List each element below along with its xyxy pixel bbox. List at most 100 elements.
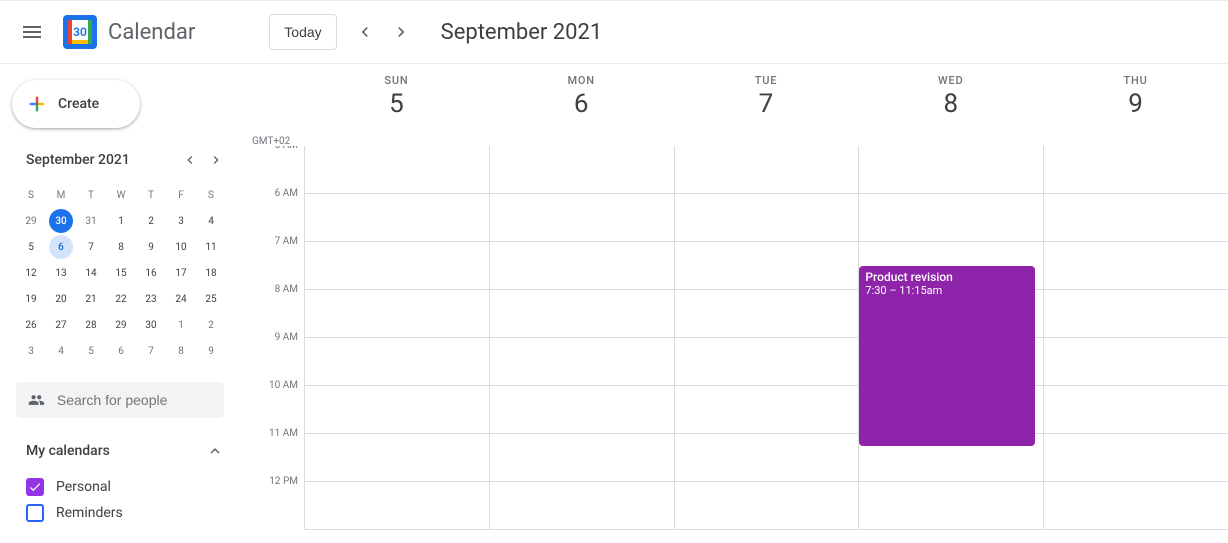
mini-day-cell[interactable]: 13 (46, 260, 76, 286)
hour-cell[interactable] (1044, 434, 1228, 482)
hour-cell[interactable] (305, 194, 489, 242)
hour-cell[interactable] (490, 338, 674, 386)
hour-cell[interactable] (1044, 194, 1228, 242)
mini-day-cell[interactable]: 26 (16, 312, 46, 338)
mini-day-cell[interactable]: 3 (166, 208, 196, 234)
mini-day-cell[interactable]: 11 (196, 234, 226, 260)
mini-day-cell[interactable]: 27 (46, 312, 76, 338)
hour-cell[interactable] (305, 338, 489, 386)
mini-day-cell[interactable]: 6 (46, 234, 76, 260)
mini-day-cell[interactable]: 31 (76, 208, 106, 234)
day-column[interactable]: Product revision7:30 – 11:15am (858, 146, 1043, 530)
search-people-input[interactable] (57, 392, 212, 408)
mini-day-cell[interactable]: 8 (106, 234, 136, 260)
hour-cell[interactable] (675, 242, 859, 290)
mini-day-cell[interactable]: 1 (166, 312, 196, 338)
mini-day-cell[interactable]: 8 (166, 338, 196, 364)
hour-cell[interactable] (675, 434, 859, 482)
hour-cell[interactable] (1044, 290, 1228, 338)
search-people-field[interactable] (16, 382, 224, 418)
calendar-checkbox[interactable] (26, 504, 44, 522)
mini-day-cell[interactable]: 2 (196, 312, 226, 338)
mini-day-cell[interactable]: 19 (16, 286, 46, 312)
mini-day-cell[interactable]: 16 (136, 260, 166, 286)
mini-day-cell[interactable]: 29 (106, 312, 136, 338)
hour-cell[interactable] (490, 482, 674, 530)
calendar-event[interactable]: Product revision7:30 – 11:15am (859, 266, 1035, 446)
day-header[interactable]: TUE7 (674, 64, 859, 146)
mini-day-cell[interactable]: 29 (16, 208, 46, 234)
prev-period-button[interactable] (349, 16, 381, 48)
hour-cell[interactable] (305, 482, 489, 530)
next-period-button[interactable] (385, 16, 417, 48)
hour-cell[interactable] (1044, 242, 1228, 290)
hour-cell[interactable] (305, 242, 489, 290)
mini-day-cell[interactable]: 25 (196, 286, 226, 312)
mini-day-cell[interactable]: 14 (76, 260, 106, 286)
mini-day-cell[interactable]: 7 (136, 338, 166, 364)
mini-day-cell[interactable]: 21 (76, 286, 106, 312)
mini-day-cell[interactable]: 1 (106, 208, 136, 234)
mini-day-cell[interactable]: 7 (76, 234, 106, 260)
hour-cell[interactable] (490, 242, 674, 290)
hour-cell[interactable] (1044, 482, 1228, 530)
mini-day-cell[interactable]: 5 (76, 338, 106, 364)
hour-cell[interactable] (305, 386, 489, 434)
hour-cell[interactable] (675, 338, 859, 386)
day-column[interactable] (489, 146, 674, 530)
hour-cell[interactable] (490, 146, 674, 194)
hour-cell[interactable] (675, 146, 859, 194)
hour-cell[interactable] (1044, 338, 1228, 386)
mini-day-cell[interactable]: 24 (166, 286, 196, 312)
my-calendars-toggle[interactable]: My calendars (12, 436, 228, 468)
grid-body[interactable]: 5 AM6 AM7 AM8 AM9 AM10 AM11 AM12 PM Prod… (248, 146, 1228, 543)
hour-cell[interactable] (675, 194, 859, 242)
mini-day-cell[interactable]: 2 (136, 208, 166, 234)
hour-cell[interactable] (1044, 146, 1228, 194)
hour-cell[interactable] (490, 434, 674, 482)
mini-day-cell[interactable]: 30 (136, 312, 166, 338)
hour-cell[interactable] (859, 194, 1043, 242)
mini-day-cell[interactable]: 9 (196, 338, 226, 364)
mini-day-cell[interactable]: 22 (106, 286, 136, 312)
calendar-checkbox[interactable] (26, 478, 44, 496)
hour-cell[interactable] (675, 290, 859, 338)
mini-day-cell[interactable]: 3 (16, 338, 46, 364)
mini-day-cell[interactable]: 15 (106, 260, 136, 286)
mini-day-cell[interactable]: 10 (166, 234, 196, 260)
mini-next-month-button[interactable] (204, 148, 228, 172)
mini-day-cell[interactable]: 6 (106, 338, 136, 364)
hour-cell[interactable] (490, 290, 674, 338)
hour-cell[interactable] (305, 146, 489, 194)
mini-day-cell[interactable]: 18 (196, 260, 226, 286)
mini-day-cell[interactable]: 17 (166, 260, 196, 286)
hour-cell[interactable] (490, 386, 674, 434)
mini-day-cell[interactable]: 20 (46, 286, 76, 312)
day-column[interactable] (674, 146, 859, 530)
day-header[interactable]: MON6 (489, 64, 674, 146)
hour-cell[interactable] (859, 146, 1043, 194)
calendar-item[interactable]: Personal (12, 474, 228, 500)
day-column[interactable] (1043, 146, 1228, 530)
create-button[interactable]: Create (12, 80, 140, 128)
hour-cell[interactable] (1044, 386, 1228, 434)
today-button[interactable]: Today (269, 14, 336, 50)
mini-day-cell[interactable]: 4 (196, 208, 226, 234)
hour-cell[interactable] (675, 482, 859, 530)
day-header[interactable]: WED8 (858, 64, 1043, 146)
day-header[interactable]: THU9 (1043, 64, 1228, 146)
calendar-item[interactable]: Reminders (12, 500, 228, 526)
mini-day-cell[interactable]: 12 (16, 260, 46, 286)
mini-day-cell[interactable]: 30 (46, 208, 76, 234)
hour-cell[interactable] (305, 290, 489, 338)
hour-cell[interactable] (859, 482, 1043, 530)
day-column[interactable] (304, 146, 489, 530)
mini-prev-month-button[interactable] (178, 148, 202, 172)
day-header[interactable]: SUN5 (304, 64, 489, 146)
mini-day-cell[interactable]: 4 (46, 338, 76, 364)
hour-cell[interactable] (675, 386, 859, 434)
mini-day-cell[interactable]: 28 (76, 312, 106, 338)
mini-day-cell[interactable]: 23 (136, 286, 166, 312)
mini-day-cell[interactable]: 9 (136, 234, 166, 260)
hour-cell[interactable] (305, 434, 489, 482)
